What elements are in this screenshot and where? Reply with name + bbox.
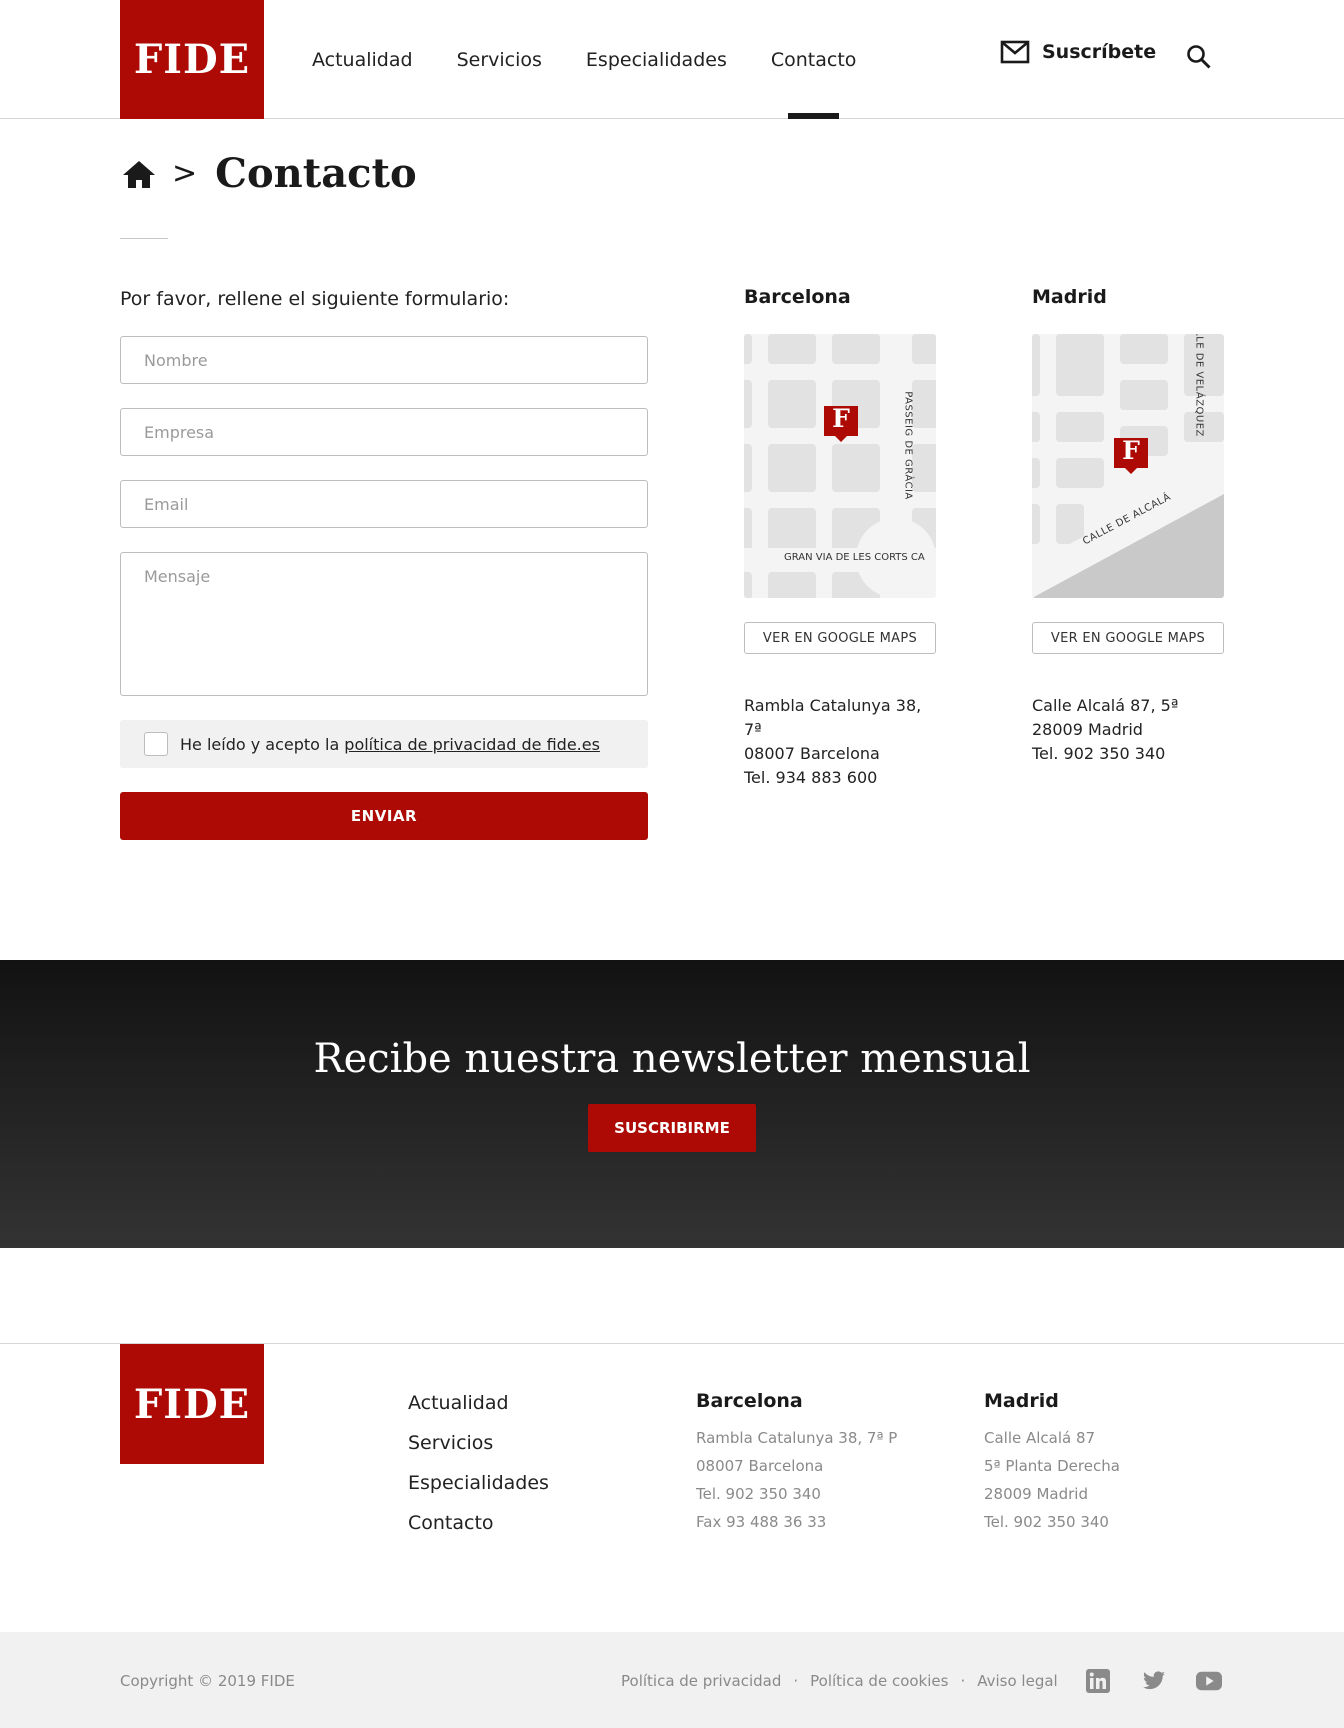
- legal-links: Política de privacidad · Política de coo…: [621, 1672, 1058, 1690]
- footer-phone: Tel. 902 350 340: [984, 1513, 1109, 1531]
- form-intro: Por favor, rellene el siguiente formular…: [120, 288, 510, 310]
- newsletter-banner: Recibe nuestra newsletter mensual SUSCRI…: [0, 960, 1344, 1248]
- nav-item-actualidad[interactable]: Actualidad: [312, 0, 413, 119]
- bottom-bar: Copyright © 2019 FIDE Política de privac…: [0, 1632, 1344, 1728]
- main-nav: Actualidad Servicios Especialidades Cont…: [312, 0, 900, 119]
- footer-nav-especialidades[interactable]: Especialidades: [408, 1472, 549, 1512]
- legal-notice-link[interactable]: Aviso legal: [977, 1672, 1057, 1690]
- company-input[interactable]: Empresa: [120, 408, 648, 456]
- address-phone: Tel. 934 883 600: [744, 768, 878, 787]
- newsletter-subscribe-button[interactable]: SUSCRIBIRME: [588, 1104, 756, 1152]
- cookies-link[interactable]: Política de cookies: [810, 1672, 948, 1690]
- nav-item-servicios[interactable]: Servicios: [457, 0, 542, 119]
- search-icon: [1187, 45, 1211, 69]
- footer-address-line: Rambla Catalunya 38, 7ª P: [696, 1429, 898, 1447]
- footer-phone: Tel. 902 350 340: [696, 1485, 821, 1503]
- google-maps-button[interactable]: VER EN GOOGLE MAPS: [1032, 622, 1224, 654]
- office-address: Calle Alcalá 87, 5ª 28009 Madrid Tel. 90…: [1032, 694, 1224, 766]
- street-label-granvia: GRAN VIA DE LES CORTS CA: [784, 552, 925, 563]
- copyright: Copyright © 2019 FIDE: [120, 1672, 295, 1690]
- address-line: 28009 Madrid: [1032, 720, 1143, 739]
- footer-barcelona: Barcelona Rambla Catalunya 38, 7ª P 0800…: [696, 1390, 936, 1536]
- privacy-policy-link[interactable]: política de privacidad de fide.es: [344, 735, 600, 754]
- google-maps-button[interactable]: VER EN GOOGLE MAPS: [744, 622, 936, 654]
- footer-logo[interactable]: FIDE: [120, 1344, 264, 1464]
- footer-nav-contacto[interactable]: Contacto: [408, 1512, 549, 1552]
- footer-madrid: Madrid Calle Alcalá 87 5ª Planta Derecha…: [984, 1390, 1224, 1536]
- page-title: Contacto: [215, 150, 417, 197]
- footer-city: Madrid: [984, 1390, 1059, 1412]
- footer-fax: Fax 93 488 36 33: [696, 1513, 827, 1531]
- office-barcelona: Barcelona F PASSEIG DE GRÀCIA GRAN VIA D…: [744, 286, 936, 790]
- office-madrid: Madrid F LLE DE VELÁZQUEZ CALLE DE ALCAL…: [1032, 286, 1224, 766]
- consent-row: He leído y acepto la política de privaci…: [120, 720, 648, 768]
- footer-address-line: Calle Alcalá 87: [984, 1429, 1096, 1447]
- consent-text: He leído y acepto la: [180, 734, 340, 754]
- address-line: Calle Alcalá 87, 5ª: [1032, 696, 1179, 715]
- footer-address-line: 5ª Planta Derecha: [984, 1457, 1120, 1475]
- send-button[interactable]: ENVIAR: [120, 792, 648, 840]
- twitter-icon[interactable]: [1141, 1668, 1167, 1694]
- address-line: Rambla Catalunya 38, 7ª: [744, 696, 922, 739]
- logo[interactable]: FIDE: [120, 0, 264, 119]
- street-label-passeig: PASSEIG DE GRÀCIA: [902, 391, 914, 500]
- site-header: FIDE Actualidad Servicios Especialidades…: [0, 0, 1344, 119]
- street-label-velazquez: LLE DE VELÁZQUEZ: [1193, 334, 1205, 437]
- home-icon[interactable]: [120, 155, 158, 193]
- breadcrumb: > Contacto: [120, 150, 417, 197]
- map-marker: F: [832, 404, 850, 433]
- youtube-icon[interactable]: [1196, 1668, 1222, 1694]
- office-city: Madrid: [1032, 286, 1107, 308]
- newsletter-title: Recibe nuestra newsletter mensual: [313, 1036, 1031, 1082]
- footer-nav: Actualidad Servicios Especialidades Cont…: [408, 1392, 549, 1552]
- nav-item-contacto[interactable]: Contacto: [771, 0, 856, 119]
- map-marker: F: [1122, 436, 1140, 465]
- footer-address-line: 28009 Madrid: [984, 1485, 1088, 1503]
- footer-nav-actualidad[interactable]: Actualidad: [408, 1392, 549, 1432]
- linkedin-icon[interactable]: [1085, 1668, 1111, 1694]
- office-address: Rambla Catalunya 38, 7ª 08007 Barcelona …: [744, 694, 936, 790]
- footer-city: Barcelona: [696, 1390, 803, 1412]
- footer-nav-servicios[interactable]: Servicios: [408, 1432, 549, 1472]
- title-divider: [120, 238, 168, 239]
- office-city: Barcelona: [744, 286, 851, 308]
- legal-separator: ·: [793, 1672, 799, 1690]
- message-textarea[interactable]: Mensaje: [120, 552, 648, 696]
- name-input[interactable]: Nombre: [120, 336, 648, 384]
- footer-address-line: 08007 Barcelona: [696, 1457, 824, 1475]
- map-madrid[interactable]: F LLE DE VELÁZQUEZ CALLE DE ALCALÁ: [1032, 334, 1224, 598]
- breadcrumb-separator: >: [172, 156, 198, 191]
- address-phone: Tel. 902 350 340: [1032, 744, 1166, 763]
- map-barcelona[interactable]: F PASSEIG DE GRÀCIA GRAN VIA DE LES CORT…: [744, 334, 936, 598]
- privacy-link[interactable]: Política de privacidad: [621, 1672, 781, 1690]
- mail-icon: [1000, 40, 1030, 64]
- search-button[interactable]: [1186, 44, 1212, 74]
- consent-checkbox[interactable]: [144, 732, 168, 756]
- nav-item-especialidades[interactable]: Especialidades: [586, 0, 727, 119]
- address-line: 08007 Barcelona: [744, 744, 880, 763]
- email-input[interactable]: Email: [120, 480, 648, 528]
- subscribe-label: Suscríbete: [1042, 41, 1157, 63]
- legal-separator: ·: [960, 1672, 966, 1690]
- subscribe-link[interactable]: Suscríbete: [1000, 40, 1156, 64]
